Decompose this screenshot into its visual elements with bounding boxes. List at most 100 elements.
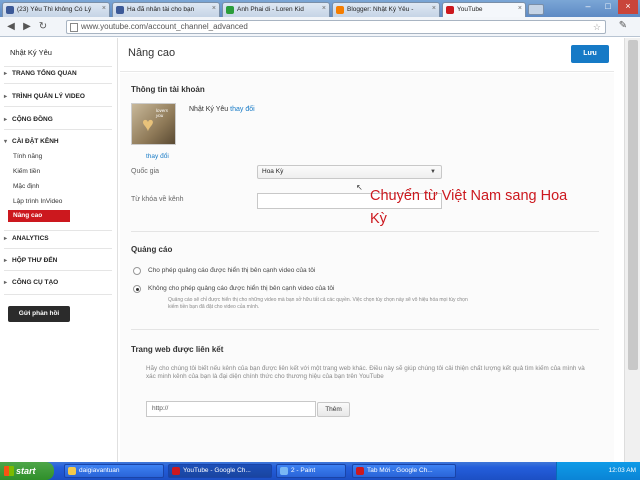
close-window-icon[interactable]: × xyxy=(618,0,638,14)
change-name-link[interactable]: thay đổi xyxy=(230,106,255,113)
tab-title: Anh Phai di - Loren Kid xyxy=(237,6,304,13)
clock[interactable]: 12:03 AM xyxy=(609,467,636,474)
blogger-icon xyxy=(336,6,344,14)
address-bar[interactable]: www.youtube.com/account_channel_advanced… xyxy=(66,20,606,34)
taskbar-item-active[interactable]: YouTube - Google Ch... xyxy=(168,464,272,478)
linked-website-description: Hãy cho chúng tôi biết nếu kênh của bạn … xyxy=(146,365,585,380)
send-feedback-button[interactable]: Gửi phản hồi xyxy=(8,306,70,322)
divider xyxy=(4,230,112,231)
keywords-label: Từ khóa về kênh xyxy=(131,196,184,203)
facebook-icon xyxy=(6,6,14,14)
caret-right-icon: ▸ xyxy=(4,280,8,286)
taskbar-item-label: 2 - Paint xyxy=(291,467,316,474)
browser-tab[interactable]: (23) Yêu Thì không Có Lý × xyxy=(2,2,110,17)
taskbar-item[interactable]: daigiavantuan xyxy=(64,464,164,478)
close-tab-icon[interactable]: × xyxy=(212,5,216,12)
close-tab-icon[interactable]: × xyxy=(432,5,436,12)
page-icon xyxy=(70,23,78,32)
browser-tab[interactable]: Anh Phai di - Loren Kid × xyxy=(222,2,330,17)
system-tray: 12:03 AM xyxy=(556,462,640,480)
music-icon xyxy=(226,6,234,14)
caret-right-icon: ▸ xyxy=(4,117,8,123)
back-icon[interactable]: ◀ xyxy=(4,20,18,34)
start-label: start xyxy=(16,466,36,476)
mouse-cursor-icon: ↖ xyxy=(356,183,363,192)
ads-hint: Quảng cáo sẽ chỉ được hiển thị cho những… xyxy=(168,297,468,310)
main-panel: Nâng cao Lưu Thông tin tài khoản ♥ lover… xyxy=(120,38,614,464)
taskbar-item[interactable]: Tab Mới - Google Ch... xyxy=(352,464,456,478)
sidebar-subitem-invideo[interactable]: Lập trình InVideo xyxy=(13,198,62,205)
avatar-caption: lovers you xyxy=(156,108,169,118)
tab-title: YouTube xyxy=(457,6,483,13)
divider xyxy=(131,231,599,232)
reload-icon[interactable]: ↻ xyxy=(36,20,50,34)
browser-tab-active[interactable]: YouTube × xyxy=(442,2,526,17)
page-header: Nâng cao Lưu xyxy=(120,38,614,72)
page-title: Nâng cao xyxy=(128,47,176,59)
chrome-icon xyxy=(356,467,364,475)
sidebar-item-video-manager[interactable]: ▸ TRÌNH QUẢN LÝ VIDEO xyxy=(4,93,85,100)
divider xyxy=(4,294,112,295)
paint-icon xyxy=(280,467,288,475)
radio-disallow-ads-label[interactable]: Không cho phép quảng cáo được hiển thị b… xyxy=(148,285,334,292)
save-button[interactable]: Lưu xyxy=(571,45,609,63)
sidebar-item-community[interactable]: ▸ CỘNG ĐỒNG xyxy=(4,116,53,123)
start-button[interactable]: start xyxy=(0,462,54,480)
country-value: Hoa Kỳ xyxy=(262,168,284,175)
maximize-icon[interactable]: □ xyxy=(598,0,618,14)
ads-title: Quảng cáo xyxy=(131,245,173,254)
sidebar-item-analytics[interactable]: ▸ ANALYTICS xyxy=(4,235,49,242)
bookmark-star-icon[interactable]: ☆ xyxy=(593,21,601,33)
divider xyxy=(131,329,599,330)
sidebar-item-creator-tools[interactable]: ▸ CÔNG CỤ TẠO xyxy=(4,279,58,286)
tab-title: Ha đã nhân tài cho bạn xyxy=(127,6,195,13)
sidebar-item-inbox[interactable]: ▸ HỘP THƯ ĐẾN xyxy=(4,257,57,264)
radio-allow-ads-label[interactable]: Cho phép quảng cáo được hiển thị bên cạn… xyxy=(148,267,315,274)
new-tab-button[interactable] xyxy=(528,4,544,15)
taskbar-item[interactable]: 2 - Paint xyxy=(276,464,346,478)
wrench-icon[interactable]: ✎ xyxy=(616,20,630,34)
tab-title: Blogger: Nhật Ký Yêu - xyxy=(347,6,414,13)
sidebar-subitem-defaults[interactable]: Mặc định xyxy=(13,183,39,190)
close-tab-icon[interactable]: × xyxy=(518,5,522,12)
sidebar-subitem-features[interactable]: Tính năng xyxy=(13,153,42,160)
sidebar-item-channel-settings[interactable]: ▾ CÀI ĐẶT KÊNH xyxy=(4,138,59,145)
divider xyxy=(4,66,112,67)
chrome-icon xyxy=(172,467,180,475)
radio-allow-ads[interactable] xyxy=(133,267,141,275)
browser-tab[interactable]: Ha đã nhân tài cho bạn × xyxy=(112,2,220,17)
account-name: Nhật Ký Yêu xyxy=(189,106,229,113)
close-tab-icon[interactable]: × xyxy=(322,5,326,12)
annotation-text: Chuyển từ Việt Nam sang Hoa Kỳ xyxy=(370,188,568,227)
channel-avatar[interactable]: ♥ lovers you xyxy=(131,103,176,145)
page-scrollbar[interactable] xyxy=(624,38,640,464)
taskbar-item-label: YouTube - Google Ch... xyxy=(183,467,251,474)
divider xyxy=(4,248,112,249)
sidebar: Nhật Ký Yêu ▸ TRANG TỔNG QUAN ▸ TRÌNH QUẢN… xyxy=(0,38,118,464)
website-url-input[interactable]: http:// xyxy=(146,401,316,417)
close-tab-icon[interactable]: × xyxy=(102,5,106,12)
taskbar-item-label: daigiavantuan xyxy=(79,467,120,474)
address-url: www.youtube.com/account_channel_advanced xyxy=(81,22,248,31)
tab-title: (23) Yêu Thì không Có Lý xyxy=(17,6,92,13)
scrollbar-thumb[interactable] xyxy=(628,40,638,370)
divider xyxy=(4,129,112,130)
browser-toolbar: ◀ ▶ ↻ www.youtube.com/account_channel_ad… xyxy=(0,17,640,37)
divider xyxy=(4,83,112,84)
chevron-down-icon: ▼ xyxy=(430,169,436,175)
change-avatar-link[interactable]: thay đổi xyxy=(146,153,169,160)
youtube-page: Nhật Ký Yêu ▸ TRANG TỔNG QUAN ▸ TRÌNH QUẢN… xyxy=(0,38,640,464)
sidebar-subitem-monetization[interactable]: Kiếm tiền xyxy=(13,168,40,175)
facebook-icon xyxy=(116,6,124,14)
radio-disallow-ads[interactable] xyxy=(133,285,141,293)
browser-tab[interactable]: Blogger: Nhật Ký Yêu - × xyxy=(332,2,440,17)
sidebar-item-dashboard[interactable]: ▸ TRANG TỔNG QUAN xyxy=(4,70,77,77)
caret-right-icon: ▸ xyxy=(4,236,8,242)
account-name-row: Nhật Ký Yêu thay đổi xyxy=(189,106,255,113)
sidebar-subitem-advanced[interactable]: Nâng cao xyxy=(8,210,70,222)
minimize-icon[interactable]: – xyxy=(578,0,598,14)
country-select[interactable]: Hoa Kỳ ▼ xyxy=(257,165,442,179)
forward-icon[interactable]: ▶ xyxy=(20,20,34,34)
channel-name[interactable]: Nhật Ký Yêu xyxy=(10,48,52,57)
add-website-button[interactable]: Thêm xyxy=(317,402,350,417)
